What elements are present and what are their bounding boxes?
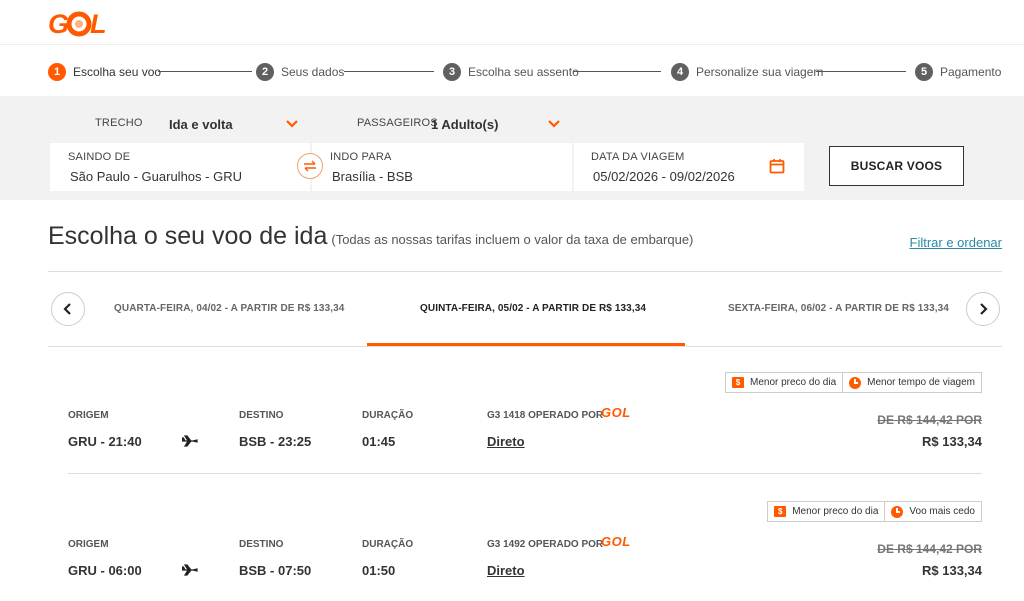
next-date-button[interactable]	[966, 292, 1000, 326]
flight-badges: $ Menor preco do dia Voo mais cedo	[767, 501, 982, 522]
step-label: Escolha seu assento	[468, 65, 579, 79]
duration-col-header: DURAÇÃO	[362, 539, 414, 550]
chevron-right-icon	[980, 303, 988, 315]
chevron-down-icon[interactable]	[285, 119, 299, 129]
plane-icon	[182, 435, 198, 447]
step-your-data[interactable]: 2 Seus dados	[256, 62, 344, 82]
badge-label: Menor tempo de viagem	[867, 377, 975, 388]
page-title: Escolha o seu voo de ida (Todas as nossas…	[48, 222, 693, 251]
step-payment[interactable]: 5 Pagamento	[915, 62, 1001, 82]
search-panel: TRECHO Ida e volta PASSAGEIROS 1 Adulto(…	[0, 96, 1024, 200]
flight-price[interactable]: R$ 133,34	[922, 434, 982, 449]
destination-col-header: DESTINO	[239, 539, 284, 550]
badge-shortest-time: Menor tempo de viagem	[843, 372, 982, 393]
step-connector	[573, 71, 661, 72]
badge-earliest-flight: Voo mais cedo	[885, 501, 982, 522]
plane-icon	[182, 564, 198, 576]
tabs-divider	[48, 346, 1002, 347]
origin-field[interactable]: SAINDO DE São Paulo - Guarulhos - GRU	[50, 143, 310, 191]
flight-destination: BSB - 23:25	[239, 434, 312, 449]
origin-label: SAINDO DE	[68, 151, 131, 163]
chevron-left-icon	[63, 303, 71, 315]
badge-label: Menor preco do dia	[749, 377, 837, 388]
old-price: DE R$ 144,42 POR	[877, 413, 982, 427]
flight-duration: 01:50	[362, 563, 396, 578]
header-divider	[0, 44, 1024, 45]
svg-text:G: G	[48, 9, 69, 38]
step-label: Escolha seu voo	[73, 65, 162, 79]
date-tab-wed[interactable]: QUARTA-FEIRA, 04/02 - A PARTIR DE R$ 133…	[114, 303, 344, 314]
badge-lowest-price: $ Menor preco do dia	[767, 501, 886, 522]
date-tab-thu[interactable]: QUINTA-FEIRA, 05/02 - A PARTIR DE R$ 133…	[420, 303, 646, 314]
badge-label: Voo mais cedo	[909, 506, 975, 517]
passengers-label: PASSAGEIROS	[357, 117, 438, 129]
origin-value[interactable]: São Paulo - Guarulhos - GRU	[70, 169, 242, 184]
destination-value[interactable]: Brasília - BSB	[332, 169, 413, 184]
step-label: Pagamento	[940, 65, 1002, 79]
step-number: 3	[443, 63, 461, 81]
flight-price[interactable]: R$ 133,34	[922, 563, 982, 578]
operated-by: G3 1418 OPERADO POR	[487, 410, 604, 421]
search-flights-button[interactable]: BUSCAR VOOS	[829, 146, 964, 186]
step-choose-flight[interactable]: 1 Escolha seu voo	[48, 62, 161, 82]
step-number: 1	[48, 63, 66, 81]
step-connector	[816, 71, 906, 72]
flight-duration: 01:45	[362, 434, 396, 449]
chevron-down-icon[interactable]	[547, 119, 561, 129]
date-label: DATA DA VIAGEM	[591, 151, 685, 163]
filter-sort-link[interactable]: Filtrar e ordenar	[910, 235, 1002, 250]
flight-origin: GRU - 06:00	[68, 563, 142, 578]
step-connector	[158, 71, 252, 72]
step-choose-seat[interactable]: 3 Escolha seu assento	[443, 62, 579, 82]
destination-field[interactable]: INDO PARA Brasília - BSB	[312, 143, 572, 191]
dollar-icon: $	[774, 506, 787, 517]
flight-stops-link[interactable]: Direto	[487, 563, 525, 578]
passengers-select[interactable]: 1 Adulto(s)	[431, 117, 498, 132]
flight-stops-link[interactable]: Direto	[487, 434, 525, 449]
dollar-icon: $	[731, 377, 744, 388]
destination-col-header: DESTINO	[239, 410, 284, 421]
date-field[interactable]: DATA DA VIAGEM 05/02/2026 - 09/02/2026	[574, 143, 804, 191]
gol-logo[interactable]: G L	[48, 8, 110, 38]
date-value[interactable]: 05/02/2026 - 09/02/2026	[593, 169, 735, 184]
flight-destination: BSB - 07:50	[239, 563, 312, 578]
trip-type-label: TRECHO	[95, 117, 143, 129]
flight-badges: $ Menor preco do dia Menor tempo de viag…	[724, 372, 982, 393]
flight-divider	[68, 473, 982, 474]
svg-text:L: L	[90, 9, 107, 38]
heading-divider	[48, 271, 1002, 272]
step-connector	[344, 71, 434, 72]
operator-logo: GOL	[601, 534, 631, 549]
flight-origin: GRU - 21:40	[68, 434, 142, 449]
step-label: Personalize sua viagem	[696, 65, 824, 79]
old-price: DE R$ 144,42 POR	[877, 542, 982, 556]
duration-col-header: DURAÇÃO	[362, 410, 414, 421]
destination-label: INDO PARA	[330, 151, 392, 163]
page-title-text: Escolha o seu voo de ida	[48, 222, 328, 250]
step-label: Seus dados	[281, 65, 345, 79]
step-number: 4	[671, 63, 689, 81]
origin-col-header: ORIGEM	[68, 539, 109, 550]
calendar-icon[interactable]	[769, 158, 785, 174]
page-subtitle: (Todas as nossas tarifas incluem o valor…	[331, 232, 694, 247]
trip-type-select[interactable]: Ida e volta	[169, 117, 233, 132]
clock-icon	[891, 505, 904, 518]
operated-by: G3 1492 OPERADO POR	[487, 539, 604, 550]
prev-date-button[interactable]	[51, 292, 85, 326]
step-customize-trip[interactable]: 4 Personalize sua viagem	[671, 62, 823, 82]
operator-logo: GOL	[601, 405, 631, 420]
swap-icon[interactable]	[297, 153, 323, 179]
step-number: 5	[915, 63, 933, 81]
badge-lowest-price: $ Menor preco do dia	[724, 372, 844, 393]
step-number: 2	[256, 63, 274, 81]
booking-stepper: 1 Escolha seu voo 2 Seus dados 3 Escolha…	[48, 62, 1001, 82]
clock-icon	[849, 376, 862, 389]
origin-col-header: ORIGEM	[68, 410, 109, 421]
badge-label: Menor preco do dia	[792, 506, 879, 517]
date-tab-fri[interactable]: SEXTA-FEIRA, 06/02 - A PARTIR DE R$ 133,…	[728, 303, 949, 314]
